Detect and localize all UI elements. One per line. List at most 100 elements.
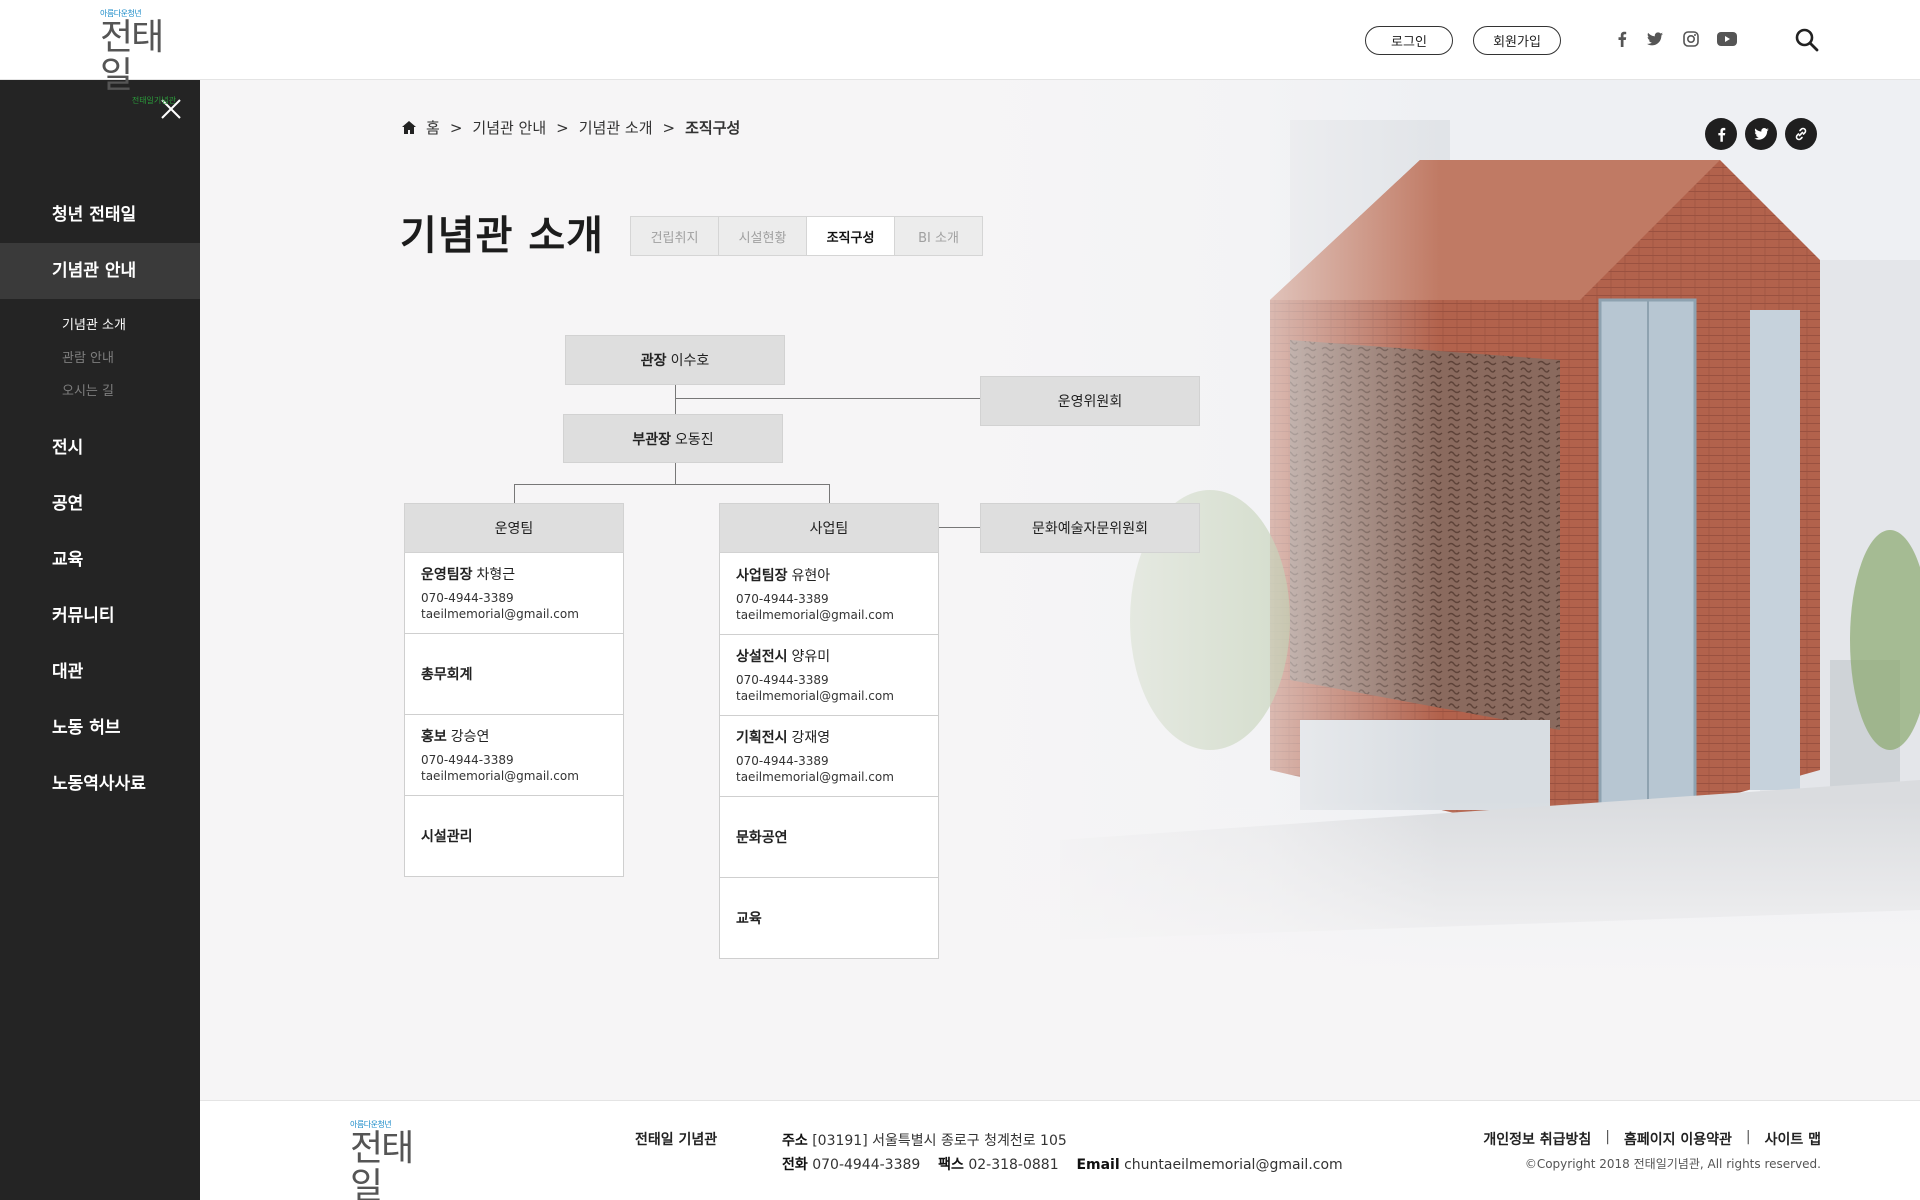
address-value: [03191] 서울특별시 종로구 청계천로 105 [812, 1133, 1067, 1149]
member-phone: 070-4944-3389 [421, 591, 514, 605]
member-name: 유현아 [791, 567, 831, 584]
director-name: 이수호 [670, 353, 710, 369]
breadcrumb-item[interactable]: 기념관 소개 [579, 117, 653, 138]
org-member: 운영팀장 차형근 070-4944-3389 taeilmemorial@gmail… [404, 553, 624, 634]
share-link-icon[interactable] [1785, 118, 1817, 150]
member-title: 기획전시 강재영 [736, 727, 922, 747]
member-contact: 070-4944-3389 taeilmemorial@gmail.com [736, 753, 922, 785]
org-committee-arts: 문화예술자문위원회 [980, 503, 1200, 553]
connector-line [514, 484, 830, 485]
member-title: 운영팀장 차형근 [421, 564, 607, 584]
tab-facilities[interactable]: 시설현황 [718, 216, 807, 256]
login-button[interactable]: 로그인 [1365, 26, 1453, 55]
member-name: 강재영 [791, 730, 831, 746]
org-member: 문화공연 [719, 797, 939, 878]
youtube-icon[interactable] [1716, 28, 1738, 50]
member-contact: 070-4944-3389 taeilmemorial@gmail.com [736, 591, 922, 623]
vice-director-name: 오동진 [675, 431, 714, 448]
sidebar-menu: 청년 전태일 기념관 안내 기념관 소개 관람 안내 오시는 길 전시 공연 교… [0, 187, 200, 812]
sidebar-item-labor-archive[interactable]: 노동역사사료 [0, 756, 200, 812]
terms-link[interactable]: 홈페이지 이용약관 [1624, 1129, 1732, 1149]
org-committee-operations: 운영위원회 [980, 376, 1200, 426]
org-member: 교육 [719, 878, 939, 959]
sidebar-item-rental[interactable]: 대관 [0, 644, 200, 700]
tab-organization[interactable]: 조직구성 [806, 216, 895, 256]
breadcrumb-current: 조직구성 [685, 119, 741, 137]
member-email[interactable]: taeilmemorial@gmail.com [421, 768, 607, 784]
signup-button[interactable]: 회원가입 [1473, 26, 1561, 55]
phone-value: 070-4944-3389 [812, 1157, 921, 1173]
connector-line [675, 463, 676, 485]
footer-logo[interactable]: 아름다운청년 전태일 전태일기념관 [350, 1119, 426, 1200]
footer-logo-mark: 아름다운청년 전태일 전태일기념관 [350, 1119, 426, 1200]
share-facebook-icon[interactable] [1705, 118, 1737, 150]
member-contact: 070-4944-3389 taeilmemorial@gmail.com [421, 752, 607, 784]
logo-sub-text: 전태일기념관 [131, 96, 176, 105]
org-team-business: 사업팀 [719, 503, 939, 553]
sidebar-item-labor-hub[interactable]: 노동 허브 [0, 700, 200, 756]
sidebar-item-youth-chuntaeil[interactable]: 청년 전태일 [0, 187, 200, 243]
org-member: 사업팀장 유현아 070-4944-3389 taeilmemorial@gmail… [719, 553, 939, 635]
member-email[interactable]: taeilmemorial@gmail.com [736, 688, 922, 704]
member-name: 차형근 [476, 567, 516, 583]
org-vice-director: 부관장 오동진 [563, 414, 783, 463]
member-role: 기획전시 [736, 730, 788, 746]
divider: | [1745, 1129, 1751, 1145]
sitemap-link[interactable]: 사이트 맵 [1765, 1129, 1821, 1149]
member-title: 상설전시 양유미 [736, 646, 922, 666]
member-role: 홍보 [421, 729, 447, 745]
content-tabs: 건립취지 시설현황 조직구성 BI 소개 [630, 216, 983, 256]
twitter-icon[interactable] [1644, 28, 1666, 50]
privacy-policy-link[interactable]: 개인정보 취급방침 [1483, 1129, 1591, 1149]
tab-bi-intro[interactable]: BI 소개 [894, 216, 983, 256]
sidebar-item-education[interactable]: 교육 [0, 532, 200, 588]
footer-address-block: 주소 [03191] 서울특별시 종로구 청계천로 105 전화 070-494… [782, 1129, 1343, 1177]
member-role: 교육 [736, 911, 762, 927]
home-icon[interactable] [402, 121, 416, 134]
share-twitter-icon[interactable] [1745, 118, 1777, 150]
org-director: 관장 이수호 [565, 335, 785, 385]
email-value[interactable]: chuntaeilmemorial@gmail.com [1124, 1157, 1343, 1173]
tab-founding-purpose[interactable]: 건립취지 [630, 216, 719, 256]
member-name: 강승연 [450, 729, 490, 745]
address-label: 주소 [782, 1133, 808, 1149]
sidebar-item-community[interactable]: 커뮤니티 [0, 588, 200, 644]
instagram-icon[interactable] [1680, 28, 1702, 50]
member-role: 운영팀장 [421, 567, 473, 583]
search-icon[interactable] [1794, 27, 1820, 53]
copyright: ©Copyright 2018 전태일기념관, All rights reser… [1524, 1157, 1821, 1171]
footer-contact-line: 전화 070-4944-3389 팩스 02-318-0881 Email ch… [782, 1153, 1343, 1177]
member-role: 사업팀장 [736, 567, 788, 584]
director-role: 관장 [640, 353, 667, 369]
org-member: 기획전시 강재영 070-4944-3389 taeilmemorial@gmail… [719, 716, 939, 797]
footer: 아름다운청년 전태일 전태일기념관 전태일 기념관 주소 [03191] 서울특… [200, 1100, 1920, 1200]
member-contact: 070-4944-3389 taeilmemorial@gmail.com [421, 590, 607, 622]
vice-director-role: 부관장 [632, 431, 671, 448]
facebook-icon[interactable] [1611, 28, 1633, 50]
member-role: 상설전시 [736, 649, 788, 665]
sidebar-subitem-visit-guide[interactable]: 관람 안내 [62, 342, 200, 375]
breadcrumb-home[interactable]: 홈 [426, 117, 440, 138]
sidebar-subitem-about[interactable]: 기념관 소개 [62, 309, 200, 342]
site-logo[interactable]: 아름다운청년 전태일 전태일기념관 [100, 8, 176, 105]
breadcrumb-separator: > [449, 118, 463, 137]
sidebar-item-exhibition[interactable]: 전시 [0, 420, 200, 476]
sidebar-submenu: 기념관 소개 관람 안내 오시는 길 [0, 299, 200, 420]
breadcrumb-separator: > [556, 118, 569, 137]
member-title: 사업팀장 유현아 [736, 565, 922, 585]
org-member: 홍보 강승연 070-4944-3389 taeilmemorial@gmail.c… [404, 715, 624, 796]
sidebar-item-performance[interactable]: 공연 [0, 476, 200, 532]
member-phone: 070-4944-3389 [421, 753, 514, 767]
committee-name: 운영위원회 [1057, 394, 1123, 410]
footer-address-line: 주소 [03191] 서울특별시 종로구 청계천로 105 [782, 1129, 1343, 1153]
member-email[interactable]: taeilmemorial@gmail.com [736, 607, 922, 623]
sidebar-item-memorial-guide[interactable]: 기념관 안내 [0, 243, 200, 299]
sidebar: 청년 전태일 기념관 안내 기념관 소개 관람 안내 오시는 길 전시 공연 교… [0, 80, 200, 1200]
org-member: 상설전시 양유미 070-4944-3389 taeilmemorial@gmail… [719, 635, 939, 716]
member-phone: 070-4944-3389 [736, 754, 829, 768]
member-email[interactable]: taeilmemorial@gmail.com [736, 769, 922, 785]
breadcrumb-item[interactable]: 기념관 안내 [472, 117, 546, 138]
member-email[interactable]: taeilmemorial@gmail.com [421, 606, 607, 622]
sidebar-subitem-directions[interactable]: 오시는 길 [62, 375, 200, 408]
fax-label: 팩스 [938, 1157, 964, 1173]
